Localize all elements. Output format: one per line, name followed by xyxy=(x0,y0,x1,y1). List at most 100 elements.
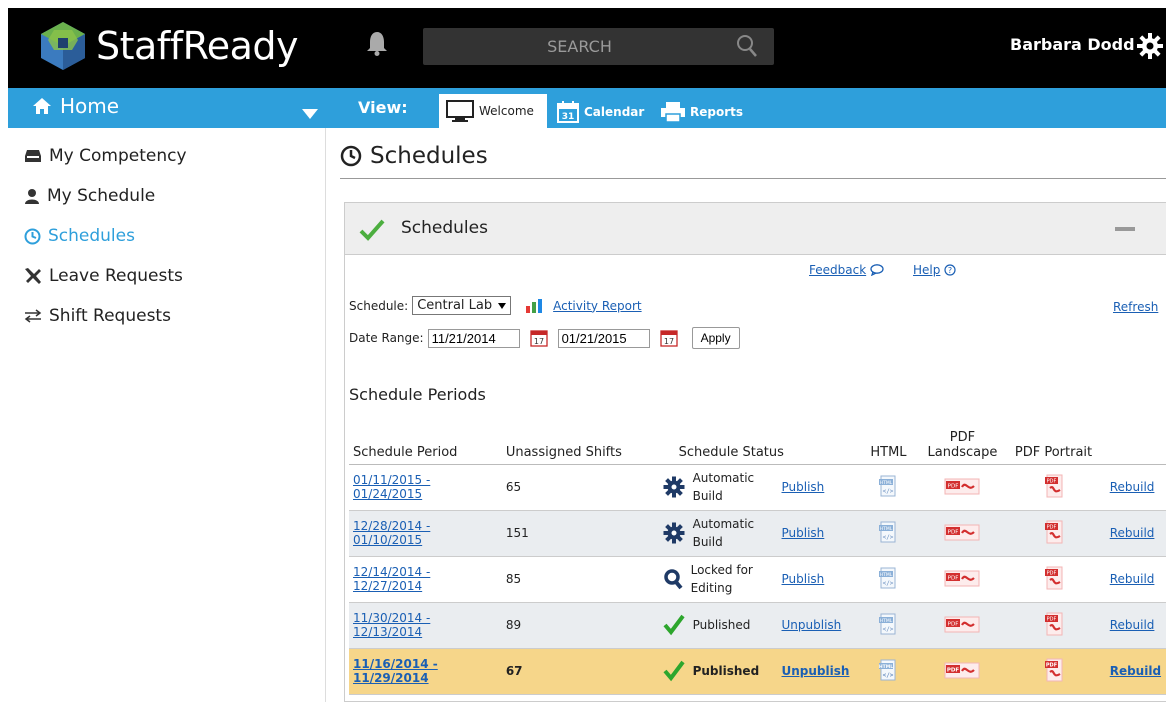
sidebar-item-schedules[interactable]: Schedules xyxy=(24,226,135,246)
refresh-link[interactable]: Refresh xyxy=(1113,300,1158,314)
html-cell: HTML </> xyxy=(853,510,924,557)
svg-text:17: 17 xyxy=(663,337,673,346)
home-menu[interactable]: Home xyxy=(32,94,119,118)
html-file-icon[interactable]: HTML </> xyxy=(878,613,898,635)
calendar-icon: 31 xyxy=(557,100,579,123)
rebuild-cell: Rebuild xyxy=(1105,648,1166,695)
publish-toggle-link[interactable]: Publish xyxy=(782,572,825,586)
tab-welcome[interactable]: Welcome xyxy=(439,94,547,128)
pdf-landscape-cell: PDF xyxy=(923,648,1002,695)
feedback-link[interactable]: Feedback xyxy=(809,263,884,277)
status-cell: Locked for Editing xyxy=(628,556,778,603)
sidebar-item-leave-requests[interactable]: Leave Requests xyxy=(24,266,183,286)
user-name[interactable]: Barbara Dodd xyxy=(1010,35,1135,54)
search-input[interactable] xyxy=(423,28,774,65)
status-text: Automatic Build xyxy=(692,471,755,503)
calendar-icon[interactable]: 17 xyxy=(659,329,678,347)
rebuild-link[interactable]: Rebuild xyxy=(1110,526,1155,540)
sidebar-item-shift-requests[interactable]: Shift Requests xyxy=(24,306,171,326)
date-range-label: Date Range: xyxy=(349,331,424,345)
title-divider xyxy=(340,178,1166,179)
svg-text:</>: </> xyxy=(883,672,894,679)
pdf-portrait-cell: PDF xyxy=(1001,556,1106,603)
publish-toggle-link[interactable]: Unpublish xyxy=(782,618,842,632)
html-file-icon[interactable]: HTML </> xyxy=(878,475,898,497)
home-label: Home xyxy=(60,94,120,118)
pdf-portrait-icon[interactable]: PDF xyxy=(1043,566,1065,590)
tab-welcome-label: Welcome xyxy=(479,104,534,118)
period-link[interactable]: 11/30/2014 -12/13/2014 xyxy=(353,611,430,639)
apply-button[interactable]: Apply xyxy=(691,327,740,349)
schedule-selector-row: Schedule: Central Lab Activity Report xyxy=(349,296,642,315)
page-title-text: Schedules xyxy=(370,143,488,169)
svg-text:PDF: PDF xyxy=(1046,524,1056,530)
svg-text:PDF: PDF xyxy=(948,575,959,581)
table-row: 12/28/2014 -01/10/2015 151 Automatic Build… xyxy=(349,510,1166,557)
html-file-icon[interactable]: HTML </> xyxy=(878,567,898,589)
pdf-portrait-icon[interactable]: PDF xyxy=(1043,612,1065,636)
tab-reports[interactable]: Reports xyxy=(654,95,749,128)
settings-gear-icon[interactable] xyxy=(1136,32,1164,64)
rebuild-cell: Rebuild xyxy=(1105,556,1166,603)
panel-title: Schedules xyxy=(401,218,488,238)
app-logo[interactable]: StaffReady xyxy=(38,20,299,72)
chevron-down-icon[interactable] xyxy=(302,104,318,123)
publish-toggle-link[interactable]: Unpublish xyxy=(782,664,850,678)
search-box[interactable] xyxy=(423,28,774,65)
period-link[interactable]: 12/14/2014 -12/27/2014 xyxy=(353,565,430,593)
publish-toggle-link[interactable]: Publish xyxy=(782,480,825,494)
status-cell: Automatic Build xyxy=(628,510,778,557)
period-link[interactable]: 12/28/2014 -01/10/2015 xyxy=(353,519,430,547)
html-file-icon[interactable]: HTML </> xyxy=(878,521,898,543)
svg-text:PDF: PDF xyxy=(1046,570,1056,576)
pdf-landscape-icon[interactable]: PDF xyxy=(944,614,980,634)
status-cell: Automatic Build xyxy=(628,464,778,511)
rebuild-link[interactable]: Rebuild xyxy=(1110,572,1155,586)
rebuild-link[interactable]: Rebuild xyxy=(1110,480,1155,494)
rebuild-link[interactable]: Rebuild xyxy=(1110,618,1155,632)
html-file-icon[interactable]: HTML </> xyxy=(878,659,898,681)
pdf-portrait-cell: PDF xyxy=(1001,602,1106,649)
svg-text:</>: </> xyxy=(883,580,894,587)
svg-text:</>: </> xyxy=(883,534,894,541)
date-from-input[interactable] xyxy=(427,328,520,348)
header-pdf-landscape: PDF Landscape xyxy=(923,414,1002,465)
html-cell: HTML </> xyxy=(853,556,924,603)
notification-bell-icon[interactable] xyxy=(366,30,388,60)
header-rebuild xyxy=(1105,414,1166,465)
publish-toggle-link[interactable]: Publish xyxy=(782,526,825,540)
svg-text:</>: </> xyxy=(883,488,894,495)
person-icon xyxy=(25,189,39,204)
view-label: View: xyxy=(358,98,408,117)
pdf-landscape-icon[interactable]: PDF xyxy=(944,660,980,680)
help-link[interactable]: Help ? xyxy=(913,263,956,277)
sidebar-item-my-competency[interactable]: My Competency xyxy=(24,146,187,166)
bar-chart-icon[interactable] xyxy=(525,298,543,314)
schedule-select[interactable]: Central Lab xyxy=(412,296,512,315)
magnifier-icon xyxy=(663,568,683,590)
top-bar: StaffReady Barbara Dodd xyxy=(8,8,1166,88)
checkmark-icon xyxy=(663,660,685,682)
sidebar-item-label: My Schedule xyxy=(47,186,156,206)
search-icon[interactable] xyxy=(736,34,758,62)
pdf-portrait-icon[interactable]: PDF xyxy=(1043,474,1065,498)
date-to-input[interactable] xyxy=(557,328,650,348)
activity-report-link[interactable]: Activity Report xyxy=(553,299,641,313)
pdf-landscape-icon[interactable]: PDF xyxy=(944,476,980,496)
pdf-landscape-icon[interactable]: PDF xyxy=(944,522,980,542)
monitor-icon xyxy=(446,100,474,122)
clock-icon xyxy=(340,145,362,167)
rebuild-link[interactable]: Rebuild xyxy=(1110,664,1161,678)
period-link[interactable]: 01/11/2015 -01/24/2015 xyxy=(353,473,430,501)
calendar-icon[interactable]: 17 xyxy=(529,329,548,347)
period-link[interactable]: 11/16/2014 -11/29/2014 xyxy=(353,657,438,685)
pdf-portrait-icon[interactable]: PDF xyxy=(1043,520,1065,544)
collapse-icon[interactable] xyxy=(1115,227,1135,231)
svg-text:PDF: PDF xyxy=(948,529,959,535)
pdf-portrait-icon[interactable]: PDF xyxy=(1043,658,1065,682)
svg-text:PDF: PDF xyxy=(948,621,959,627)
pdf-landscape-icon[interactable]: PDF xyxy=(944,568,980,588)
tab-calendar[interactable]: 31 Calendar xyxy=(550,95,650,128)
sidebar-item-label: Schedules xyxy=(48,226,135,246)
sidebar-item-my-schedule[interactable]: My Schedule xyxy=(24,186,155,206)
